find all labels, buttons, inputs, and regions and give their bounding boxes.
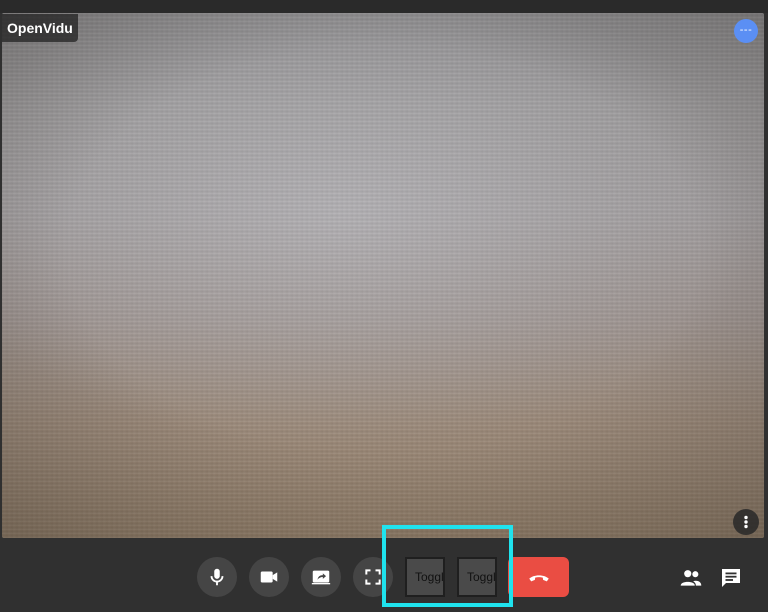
- participants-button[interactable]: [678, 565, 704, 591]
- fullscreen-icon: [365, 569, 381, 585]
- leave-session-button[interactable]: [508, 557, 569, 597]
- videocam-icon: [260, 571, 278, 583]
- local-video-stream: [2, 13, 764, 538]
- participant-nickname: OpenVidu: [2, 14, 78, 42]
- call-end-icon: [528, 575, 549, 582]
- screen-share-icon: [311, 570, 331, 585]
- screen-share-button[interactable]: [301, 557, 341, 597]
- microphone-icon: [210, 568, 224, 586]
- camera-toggle-button[interactable]: [249, 557, 289, 597]
- more-vertical-icon: [744, 515, 748, 529]
- highlight-outline: [382, 525, 513, 607]
- video-room: OpenVidu --- Toggle V: [0, 0, 768, 612]
- video-options-button[interactable]: [733, 509, 759, 535]
- top-bar: [0, 0, 768, 13]
- people-icon: [680, 570, 702, 586]
- participant-avatar[interactable]: ---: [734, 19, 758, 43]
- chat-button[interactable]: [718, 565, 744, 591]
- chat-icon: [722, 569, 740, 587]
- mic-toggle-button[interactable]: [197, 557, 237, 597]
